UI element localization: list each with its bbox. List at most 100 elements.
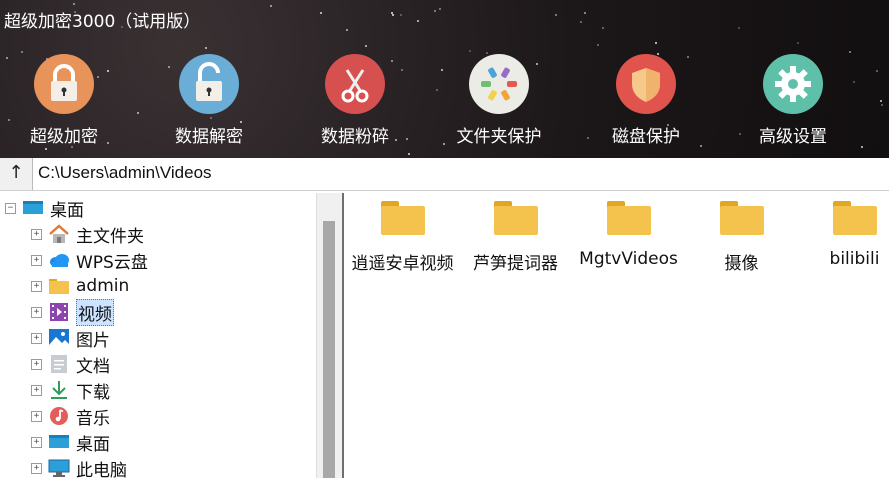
star <box>270 4 273 7</box>
star <box>439 8 442 11</box>
star <box>204 46 207 49</box>
scrollbar-thumb[interactable] <box>323 221 335 478</box>
file-item-name: 逍遥安卓视频 <box>351 254 454 274</box>
tree-item[interactable]: − 桌面 <box>5 195 84 221</box>
star <box>137 111 140 114</box>
folder-icon <box>719 201 764 235</box>
star <box>554 13 557 16</box>
tree-item[interactable]: + 桌面 <box>31 429 110 455</box>
folder-icon <box>493 201 538 235</box>
tree-item-label: 视频 <box>76 298 114 326</box>
file-item[interactable]: 芦笋提词器 <box>459 201 572 274</box>
file-item[interactable]: bilibili <box>798 201 889 269</box>
toolbar-button-2[interactable]: 数据粉碎 <box>300 54 410 147</box>
tree-item[interactable]: + 主文件夹 <box>31 221 144 247</box>
padlock-locked-icon <box>34 54 94 114</box>
folder-icon <box>606 201 651 235</box>
tree-item-label: admin <box>76 276 130 296</box>
gear-icon <box>763 54 823 114</box>
expand-toggle[interactable]: + <box>31 410 42 422</box>
toolbar-button-5[interactable]: 高级设置 <box>738 54 848 147</box>
toolbar-button-label: 文件夹保护 <box>456 127 542 147</box>
toolbar-button-label: 高级设置 <box>759 127 827 147</box>
star <box>44 148 47 151</box>
tree-item[interactable]: + 下载 <box>31 377 110 403</box>
toolbar-button-4[interactable]: 磁盘保护 <box>591 54 701 147</box>
star <box>852 81 855 84</box>
tree-scrollbar[interactable] <box>316 193 343 478</box>
tree-item[interactable]: + 图片 <box>31 325 110 351</box>
file-item[interactable]: 逍遥安卓视频 <box>346 201 459 274</box>
file-item-name: 摄像 <box>724 254 759 274</box>
tree-item[interactable]: + 音乐 <box>31 403 110 429</box>
star <box>796 41 799 44</box>
star <box>365 44 368 47</box>
path-input[interactable] <box>34 158 889 188</box>
expand-toggle[interactable]: + <box>31 332 42 344</box>
star <box>435 88 438 91</box>
computer-icon <box>48 458 70 478</box>
tree-item[interactable]: + 文档 <box>31 351 110 377</box>
document-icon <box>48 354 70 374</box>
padlock-unlocked-icon <box>179 54 239 114</box>
music-icon <box>48 406 70 426</box>
file-item[interactable]: MgtvVideos <box>572 201 685 269</box>
tree-item[interactable]: + 视频 <box>31 298 114 326</box>
folder-icon <box>48 276 70 296</box>
desktop-icon <box>48 432 70 452</box>
scissors-icon <box>325 54 385 114</box>
tree-item-label: 下载 <box>76 382 110 403</box>
star <box>21 51 24 54</box>
star <box>880 100 883 103</box>
star <box>417 19 419 22</box>
tree-item-label: 文档 <box>76 356 110 377</box>
window-title: 超级加密3000（试用版） <box>4 12 201 32</box>
expand-toggle[interactable]: + <box>31 254 42 266</box>
tree-item-label: 桌面 <box>50 200 84 221</box>
shield-icon <box>616 54 676 114</box>
toolbar-button-0[interactable]: 超级加密 <box>9 54 119 147</box>
folder-icon <box>380 201 425 235</box>
color-wheel-icon <box>469 54 529 114</box>
folder-icon <box>832 201 877 235</box>
star <box>319 12 322 15</box>
star <box>72 3 75 6</box>
star <box>655 42 658 45</box>
toolbar-button-label: 数据解密 <box>175 127 243 147</box>
expand-toggle[interactable]: + <box>31 280 42 292</box>
star <box>392 14 395 17</box>
expand-toggle[interactable]: + <box>31 228 42 240</box>
tree-item[interactable]: + WPS云盘 <box>31 247 148 273</box>
home-icon <box>48 224 70 244</box>
file-item-name: 芦笋提词器 <box>473 254 558 274</box>
tree-item[interactable]: + admin <box>31 273 129 299</box>
expand-toggle[interactable]: + <box>31 436 42 448</box>
star <box>876 70 879 73</box>
star <box>587 137 590 140</box>
desktop-icon <box>22 198 44 218</box>
tree-item-label: 主文件夹 <box>76 226 144 247</box>
star <box>584 12 587 15</box>
file-item[interactable]: 摄像 <box>685 201 798 274</box>
star <box>407 152 410 155</box>
toolbar-button-1[interactable]: 数据解密 <box>154 54 264 147</box>
tree-item-label: WPS云盘 <box>76 252 148 273</box>
app-header: 超级加密3000（试用版） 超级加密 数据解密 数据粉碎 文件夹保护 磁盘保护 高级设置 <box>0 0 889 158</box>
star <box>849 51 852 54</box>
expand-toggle[interactable]: + <box>31 462 42 474</box>
file-item-name: bilibili <box>829 249 880 269</box>
up-directory-button[interactable]: ↑ <box>0 158 33 190</box>
cloud-icon <box>48 250 70 270</box>
expand-toggle[interactable]: + <box>31 358 42 370</box>
tree-item[interactable]: + 此电脑 <box>31 455 127 478</box>
star <box>880 104 883 107</box>
collapse-toggle[interactable]: − <box>5 202 16 214</box>
star <box>601 26 604 29</box>
toolbar-button-3[interactable]: 文件夹保护 <box>444 54 554 147</box>
star <box>469 49 472 52</box>
toolbar-button-label: 磁盘保护 <box>612 127 680 147</box>
expand-toggle[interactable]: + <box>31 384 42 396</box>
file-item-name: MgtvVideos <box>579 249 678 269</box>
download-icon <box>48 380 70 400</box>
expand-toggle[interactable]: + <box>31 306 42 318</box>
